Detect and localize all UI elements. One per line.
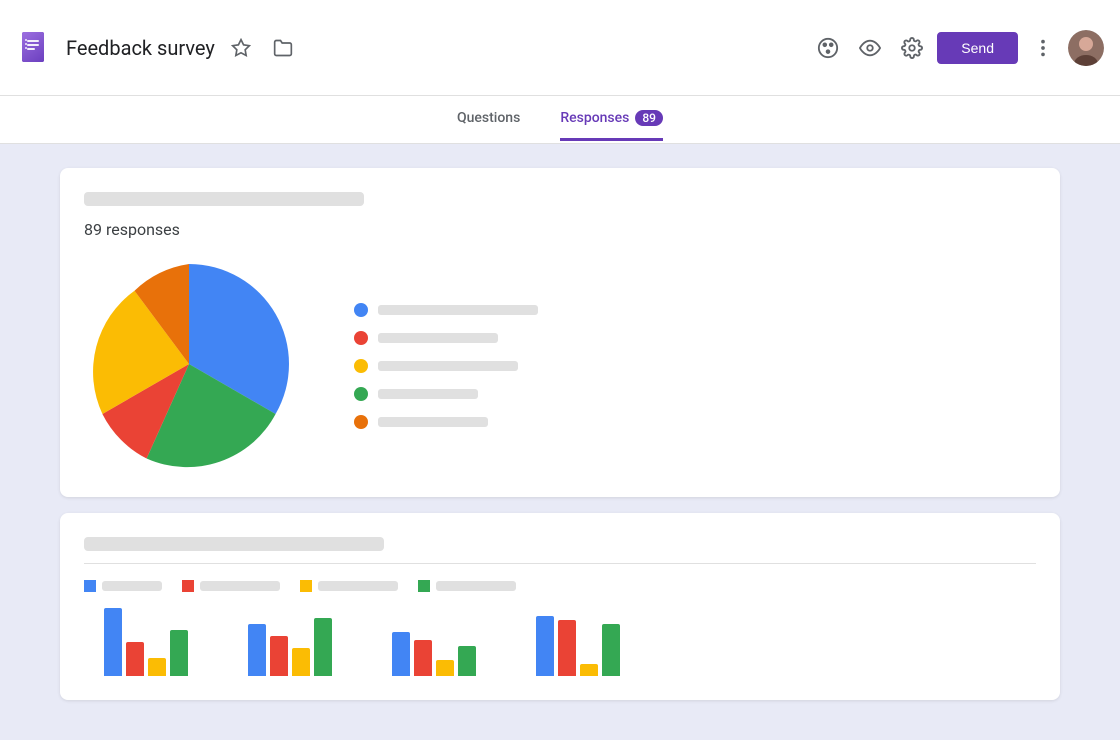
tab-bar: Questions Responses 89 [0,96,1120,144]
card1-title-skeleton [84,192,364,206]
legend-label-2 [378,333,498,343]
bar-legend-item-1 [84,580,162,592]
bar-legend-swatch-4 [418,580,430,592]
bar-2-4 [314,618,332,676]
legend-dot-3 [354,359,368,373]
bar-legend-swatch-2 [182,580,194,592]
document-title: Feedback survey [66,36,215,60]
bar-legend-label-1 [102,581,162,591]
bar-legend-item-4 [418,580,516,592]
bar-group-4 [536,616,620,676]
legend-dot-1 [354,303,368,317]
legend-item-1 [354,303,538,317]
star-button[interactable] [225,32,257,64]
bar-4-3 [580,664,598,676]
bar-4-4 [602,624,620,676]
bar-legend-label-4 [436,581,516,591]
send-button[interactable]: Send [937,32,1018,64]
bar-1-1 [104,608,122,676]
palette-button[interactable] [811,31,845,65]
bar-group-1 [104,608,188,676]
header-right: Send [811,30,1104,66]
bar-2-3 [292,648,310,676]
chart-row [84,259,1036,473]
header-left: Feedback survey [16,28,811,68]
bar-groups [84,608,1036,676]
forms-icon [16,28,56,68]
main-content: 89 responses [0,144,1120,740]
legend-label-1 [378,305,538,315]
pie-chart [84,259,294,473]
bar-3-4 [458,646,476,676]
settings-button[interactable] [895,31,929,65]
bar-1-3 [148,658,166,676]
bar-2-1 [248,624,266,676]
legend-dot-5 [354,415,368,429]
bar-group-2 [248,618,332,676]
bar-2-2 [270,636,288,676]
legend-item-3 [354,359,538,373]
tab-responses[interactable]: Responses 89 [560,98,663,141]
legend-label-5 [378,417,488,427]
bar-1-2 [126,642,144,676]
card2-divider [84,563,1036,564]
bar-1-4 [170,630,188,676]
legend-label-4 [378,389,478,399]
move-to-folder-button[interactable] [267,32,299,64]
legend-label-3 [378,361,518,371]
preview-button[interactable] [853,31,887,65]
bar-4-1 [536,616,554,676]
bar-legend-item-3 [300,580,398,592]
app-header: Feedback survey [0,0,1120,96]
legend-dot-2 [354,331,368,345]
pie-legend [354,303,538,429]
bar-legend-label-2 [200,581,280,591]
legend-item-5 [354,415,538,429]
bar-legend-swatch-1 [84,580,96,592]
tab-questions[interactable]: Questions [457,98,520,141]
bar-4-2 [558,620,576,676]
bar-group-3 [392,632,476,676]
bar-3-1 [392,632,410,676]
pie-chart-card: 89 responses [60,168,1060,497]
user-avatar[interactable] [1068,30,1104,66]
bar-legend-swatch-3 [300,580,312,592]
bar-legend-item-2 [182,580,280,592]
responses-badge: 89 [635,110,663,126]
bar-3-2 [414,640,432,676]
bar-chart-legend [84,580,1036,592]
card2-title-skeleton [84,537,384,551]
legend-item-4 [354,387,538,401]
more-options-button[interactable] [1026,31,1060,65]
response-count: 89 responses [84,220,1036,239]
legend-item-2 [354,331,538,345]
bar-chart-card [60,513,1060,700]
bar-3-3 [436,660,454,676]
legend-dot-4 [354,387,368,401]
bar-legend-label-3 [318,581,398,591]
bar-chart-header [84,537,1036,551]
